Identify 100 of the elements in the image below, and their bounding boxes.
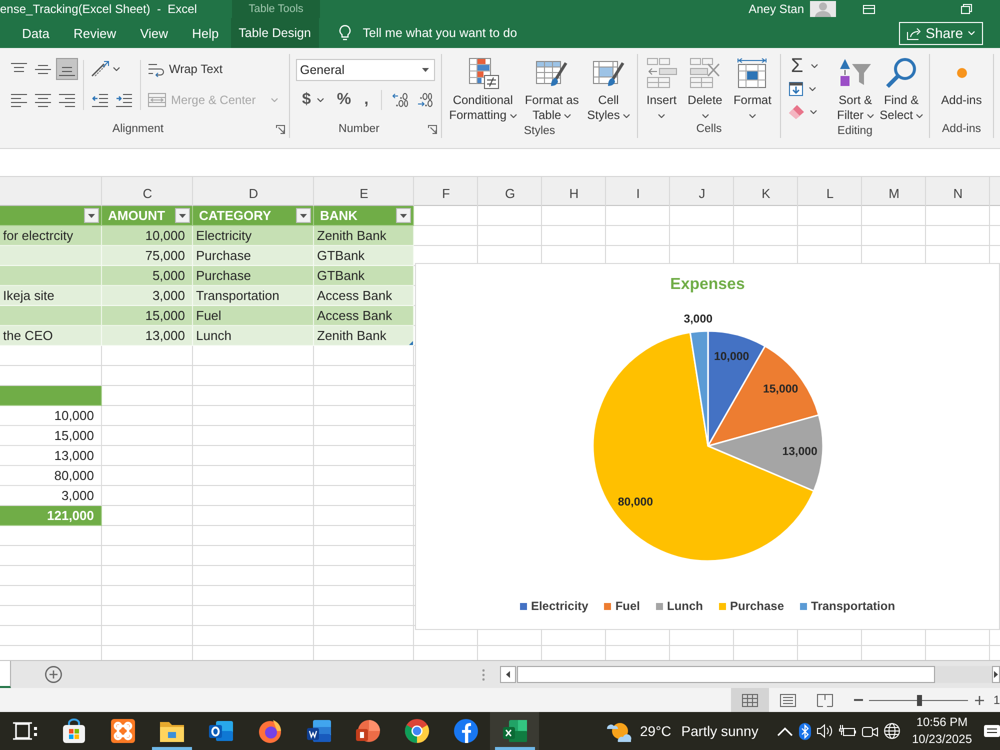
column-header[interactable]: M bbox=[862, 177, 926, 206]
horizontal-scrollbar[interactable] bbox=[500, 666, 1000, 683]
filter-button[interactable] bbox=[296, 208, 311, 223]
minus-icon bbox=[854, 699, 863, 701]
dialog-launcher-icon[interactable] bbox=[276, 124, 285, 134]
addins-button[interactable]: Add-ins bbox=[939, 54, 984, 108]
column-header[interactable]: H bbox=[542, 177, 606, 206]
group-label: Styles bbox=[522, 124, 556, 136]
partly-sunny-icon[interactable] bbox=[606, 720, 632, 742]
clock-date[interactable]: 10/23/2025 bbox=[912, 731, 972, 748]
speaker-icon[interactable] bbox=[817, 724, 833, 738]
number-style-button[interactable]: % bbox=[330, 89, 358, 111]
chevron-up-icon[interactable] bbox=[777, 726, 793, 736]
scrollbar-thumb[interactable] bbox=[517, 666, 935, 683]
slider-thumb[interactable] bbox=[916, 694, 922, 706]
sort-filter-icon bbox=[839, 59, 872, 87]
globe-icon[interactable] bbox=[884, 723, 900, 739]
notification-icon[interactable] bbox=[984, 724, 1000, 738]
sort-button[interactable]: Sort & Filter bbox=[834, 54, 876, 123]
weather-condition[interactable]: Partly sunny bbox=[681, 723, 758, 739]
share-button[interactable]: Share bbox=[898, 22, 983, 44]
ribbon-tab[interactable]: View bbox=[128, 18, 180, 48]
number-format-dropdown[interactable]: General bbox=[296, 59, 435, 81]
group-label: Cells bbox=[695, 123, 723, 135]
column-header[interactable]: L bbox=[798, 177, 862, 206]
legend-label: Purchase bbox=[730, 599, 784, 613]
delete-button[interactable]: Delete bbox=[686, 54, 724, 118]
column-header[interactable]: K bbox=[734, 177, 798, 206]
insert-cells-icon bbox=[646, 58, 677, 88]
caret-icon bbox=[809, 87, 816, 91]
legend-swatch-icon bbox=[800, 602, 808, 610]
temperature[interactable]: 29°C bbox=[640, 723, 672, 739]
cellstyles-button[interactable]: Cell Styles bbox=[585, 54, 632, 123]
caret-icon bbox=[88, 214, 95, 218]
column-header[interactable]: C bbox=[102, 177, 193, 206]
table-cell: 13,000 bbox=[0, 446, 102, 466]
ribbon-tab[interactable]: Table Design bbox=[230, 18, 319, 48]
table-cell: Access Bank bbox=[314, 306, 414, 326]
number-style-button[interactable]: $ bbox=[296, 89, 330, 111]
table-cell: Electricity bbox=[193, 226, 314, 246]
conditional-button[interactable]: Conditional Formatting bbox=[447, 54, 519, 123]
dialog-launcher-icon[interactable] bbox=[428, 124, 437, 134]
new-sheet-button[interactable] bbox=[45, 666, 62, 683]
cell-styles-icon bbox=[592, 59, 624, 87]
format-cells-icon bbox=[737, 58, 768, 88]
ribbon-tab[interactable]: Data bbox=[10, 18, 62, 48]
column-header[interactable]: E bbox=[314, 177, 414, 206]
decrease-decimal-icon[interactable] bbox=[416, 93, 433, 107]
number-style-button[interactable]: , bbox=[358, 89, 375, 111]
align-bottom-button[interactable] bbox=[56, 58, 78, 80]
filter-button[interactable] bbox=[175, 208, 190, 223]
table-button[interactable]: Format as Table bbox=[522, 54, 581, 123]
scroll-right-button[interactable] bbox=[992, 666, 1000, 683]
page-layout-icon bbox=[780, 694, 796, 706]
insert-button[interactable]: Insert bbox=[644, 54, 679, 118]
legend-label: Lunch bbox=[667, 599, 703, 613]
caret-icon bbox=[564, 114, 572, 118]
caret-icon bbox=[968, 31, 975, 35]
resize-handle-icon[interactable] bbox=[409, 341, 413, 345]
column-header[interactable]: N bbox=[926, 177, 990, 206]
column-header[interactable]: D bbox=[193, 177, 314, 206]
autosum-button[interactable]: Σ bbox=[787, 55, 831, 77]
table-cell: Fuel bbox=[193, 306, 314, 326]
filter-button[interactable] bbox=[84, 208, 99, 223]
view-button[interactable] bbox=[731, 688, 769, 712]
filter-button[interactable] bbox=[396, 208, 411, 223]
column-header[interactable]: G bbox=[478, 177, 542, 206]
restore-icon[interactable] bbox=[961, 4, 972, 14]
caret-icon bbox=[113, 67, 120, 71]
ribbon-tab[interactable]: Review bbox=[61, 18, 128, 48]
clock-time[interactable]: 10:56 PM bbox=[916, 714, 968, 731]
facebook-icon bbox=[452, 718, 478, 744]
table-cell: 10,000 bbox=[102, 226, 193, 246]
search-field[interactable]: Tell me what you want to do bbox=[362, 26, 541, 40]
vertical-dots-icon[interactable] bbox=[482, 668, 485, 680]
data-label: 3,000 bbox=[684, 313, 712, 326]
search-icon bbox=[886, 58, 916, 88]
column-header[interactable]: J bbox=[670, 177, 734, 206]
xampp-icon bbox=[110, 718, 136, 744]
bluetooth-icon[interactable] bbox=[799, 722, 811, 740]
caret-icon bbox=[811, 64, 818, 68]
battery-icon[interactable] bbox=[839, 725, 856, 737]
column-header[interactable]: I bbox=[606, 177, 670, 206]
decrease-indent-icon bbox=[92, 94, 108, 106]
sheet-tab[interactable] bbox=[0, 661, 11, 688]
wrap-text-button[interactable]: Wrap Text bbox=[146, 58, 225, 80]
camera-icon[interactable] bbox=[862, 724, 878, 738]
table-cell: GTBank bbox=[314, 266, 414, 286]
caret-icon bbox=[622, 114, 630, 118]
worksheet-grid[interactable] bbox=[0, 177, 1000, 660]
table-cell: Purchase bbox=[193, 246, 314, 266]
scroll-left-button[interactable] bbox=[500, 666, 516, 683]
ribbon-display-icon[interactable] bbox=[863, 4, 875, 14]
format-button[interactable]: Format bbox=[731, 54, 774, 118]
increase-decimal-icon[interactable] bbox=[392, 93, 408, 107]
find-button[interactable]: Find & Select bbox=[878, 54, 925, 123]
table-cell: Transportation bbox=[193, 286, 314, 306]
caret-icon bbox=[702, 114, 708, 118]
ribbon-tab[interactable]: Help bbox=[180, 18, 231, 48]
column-header[interactable]: F bbox=[414, 177, 478, 206]
